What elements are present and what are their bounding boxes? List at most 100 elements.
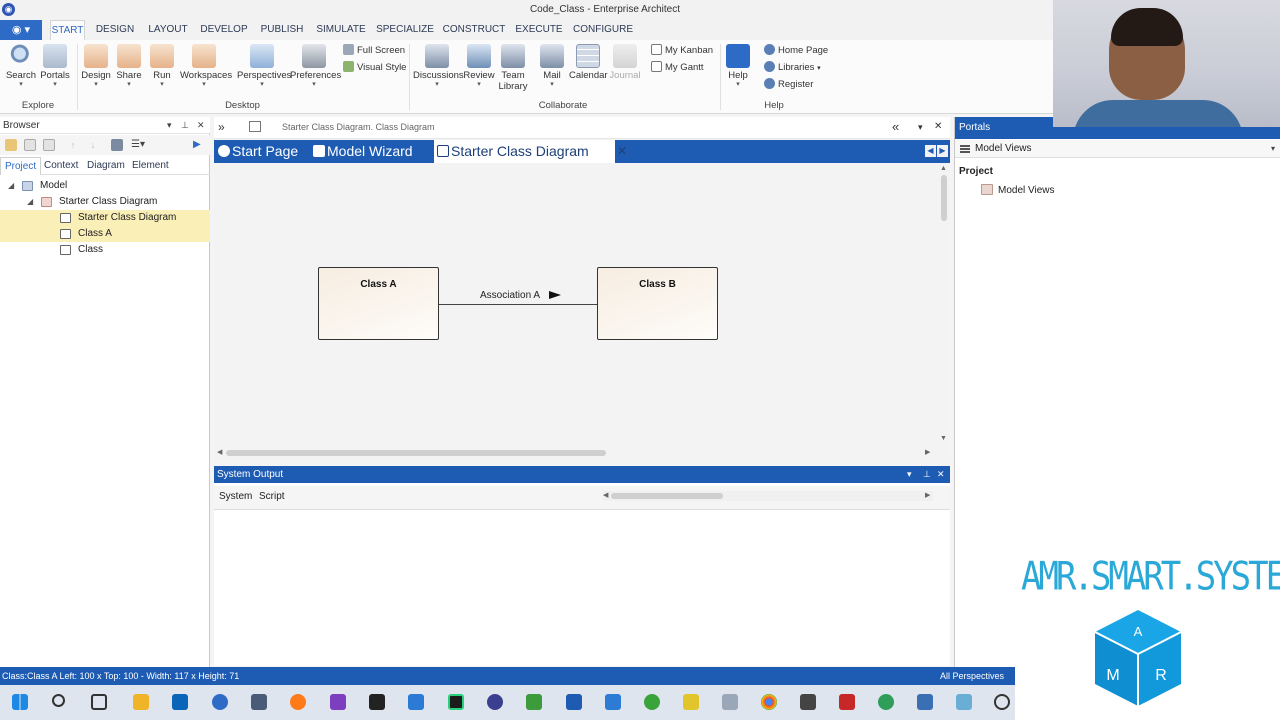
search-button[interactable]: Search ▾	[4, 44, 38, 98]
tab-model-wizard[interactable]: Model Wizard	[313, 140, 413, 163]
tree-item-model[interactable]: ◢ Model	[0, 178, 210, 194]
scroll-thumb[interactable]	[611, 493, 723, 499]
my-kanban-button[interactable]: My Kanban	[651, 43, 713, 59]
class-a-element[interactable]: Class A	[318, 267, 439, 340]
browser-tab-element[interactable]: Element	[128, 157, 173, 175]
tree-item-class-b[interactable]: Class	[0, 242, 210, 258]
tab-specialize[interactable]: SPECIALIZE	[375, 20, 435, 40]
tab-execute[interactable]: EXECUTE	[513, 20, 565, 40]
acrobat-icon[interactable]	[839, 694, 855, 710]
tab-construct[interactable]: CONSTRUCT	[442, 20, 506, 40]
workspaces-button[interactable]: Workspaces ▾	[180, 44, 232, 98]
review-button[interactable]: Review ▾	[463, 44, 495, 98]
new-element-icon[interactable]	[43, 139, 55, 151]
collapse-icon[interactable]: ◢	[27, 194, 33, 210]
association-connector[interactable]	[439, 304, 598, 305]
team-library-button[interactable]: Team Library	[496, 44, 530, 98]
app-icon[interactable]	[722, 694, 738, 710]
preferences-button[interactable]: Preferences ▾	[290, 44, 341, 98]
chrome-icon[interactable]	[761, 694, 777, 710]
browser-tab-project[interactable]: Project	[0, 157, 42, 175]
tab-simulate[interactable]: SIMULATE	[314, 20, 368, 40]
dropdown-icon[interactable]: ▾	[167, 117, 172, 134]
app-icon[interactable]	[956, 694, 972, 710]
perspectives-button[interactable]: Perspectives ▾	[237, 44, 291, 98]
menu-icon[interactable]: ☰▾	[131, 139, 149, 151]
file-explorer-icon[interactable]	[133, 694, 149, 710]
search-icon[interactable]	[52, 694, 65, 707]
tab-layout[interactable]: LAYOUT	[145, 20, 191, 40]
run-button[interactable]: Run ▾	[147, 44, 177, 98]
pin-icon[interactable]: ⊥	[181, 117, 189, 134]
libraries-button[interactable]: Libraries ▾	[764, 60, 821, 76]
close-icon[interactable]: ✕	[934, 121, 942, 132]
new-diagram-icon[interactable]	[24, 139, 36, 151]
scroll-tabs-right-icon[interactable]: ▶	[937, 145, 948, 157]
obs-icon[interactable]	[994, 694, 1010, 710]
vertical-scrollbar[interactable]: ▲ ▼	[938, 163, 950, 445]
scroll-thumb[interactable]	[941, 175, 947, 221]
scroll-left-icon[interactable]: ◀	[603, 491, 608, 499]
visual-style-button[interactable]: Visual Style	[343, 60, 406, 76]
app-icon[interactable]	[566, 694, 582, 710]
portals-button[interactable]: Portals ▾	[38, 44, 72, 98]
dropdown-icon[interactable]: ▾	[918, 122, 923, 133]
collapse-left-icon[interactable]: «	[892, 119, 899, 134]
status-perspective[interactable]: All Perspectives	[940, 667, 1004, 685]
expand-icon[interactable]: »	[218, 120, 225, 134]
dropdown-icon[interactable]: ▾	[907, 466, 912, 483]
tab-starter-class-diagram[interactable]: Starter Class Diagram	[434, 140, 615, 163]
design-button[interactable]: Design ▾	[80, 44, 112, 98]
enterprise-architect-icon[interactable]	[212, 694, 228, 710]
horizontal-scrollbar[interactable]: ◀ ▶	[214, 447, 938, 459]
scroll-right-icon[interactable]: ▶	[925, 448, 930, 456]
journal-button[interactable]: Journal	[608, 44, 642, 98]
tab-system[interactable]: System	[219, 491, 252, 502]
scroll-down-icon[interactable]: ▼	[940, 435, 947, 442]
firefox-icon[interactable]	[290, 694, 306, 710]
app-icon[interactable]	[605, 694, 621, 710]
move-up-icon[interactable]: ↑	[67, 139, 79, 151]
tabs-scrollbar[interactable]: ◀ ▶	[603, 491, 933, 501]
tab-design[interactable]: DESIGN	[93, 20, 137, 40]
app-icon[interactable]	[683, 694, 699, 710]
globe-icon[interactable]	[878, 694, 894, 710]
close-tab-icon[interactable]: ✕	[615, 140, 629, 163]
forward-icon[interactable]: ▶	[193, 139, 205, 151]
tree-item-package[interactable]: ◢ Starter Class Diagram	[0, 194, 210, 210]
app-icon[interactable]	[251, 694, 267, 710]
share-button[interactable]: Share ▾	[114, 44, 144, 98]
class-b-element[interactable]: Class B	[597, 267, 718, 340]
diagram-canvas[interactable]: Class A Association A Class B ▲ ▼ ◀ ▶	[214, 163, 950, 461]
task-view-icon[interactable]	[91, 694, 107, 710]
outlook-icon[interactable]	[172, 694, 188, 710]
browser-tab-diagram[interactable]: Diagram	[83, 157, 129, 175]
new-package-icon[interactable]	[5, 139, 17, 151]
locate-icon[interactable]	[111, 139, 123, 151]
jetbrains-icon[interactable]	[369, 694, 385, 710]
tree-item-diagram[interactable]: Starter Class Diagram	[0, 210, 210, 226]
close-icon[interactable]: ✕	[937, 466, 945, 483]
help-button[interactable]: Help ▾	[724, 44, 752, 98]
full-screen-button[interactable]: Full Screen	[343, 43, 405, 59]
visual-studio-icon[interactable]	[330, 694, 346, 710]
browser-tab-context[interactable]: Context	[40, 157, 82, 175]
application-menu-button[interactable]: ◉ ▾	[0, 20, 42, 40]
eclipse-icon[interactable]	[487, 694, 503, 710]
my-gantt-button[interactable]: My Gantt	[651, 60, 704, 76]
powershell-icon[interactable]	[408, 694, 424, 710]
scroll-thumb[interactable]	[226, 450, 606, 456]
tab-publish[interactable]: PUBLISH	[257, 20, 307, 40]
association-label[interactable]: Association A	[480, 290, 540, 301]
collapse-icon[interactable]: ◢	[8, 178, 14, 194]
scroll-right-icon[interactable]: ▶	[925, 491, 930, 499]
scroll-left-icon[interactable]: ◀	[217, 448, 222, 456]
tree-item-class-a[interactable]: Class A	[0, 226, 210, 242]
tab-start-page[interactable]: Start Page	[218, 140, 298, 163]
download-icon[interactable]	[644, 694, 660, 710]
tab-script[interactable]: Script	[259, 491, 285, 502]
tab-configure[interactable]: CONFIGURE	[572, 20, 634, 40]
pycharm-icon[interactable]	[448, 694, 464, 710]
mail-button[interactable]: Mail ▾	[537, 44, 567, 98]
home-page-button[interactable]: Home Page	[764, 43, 828, 59]
